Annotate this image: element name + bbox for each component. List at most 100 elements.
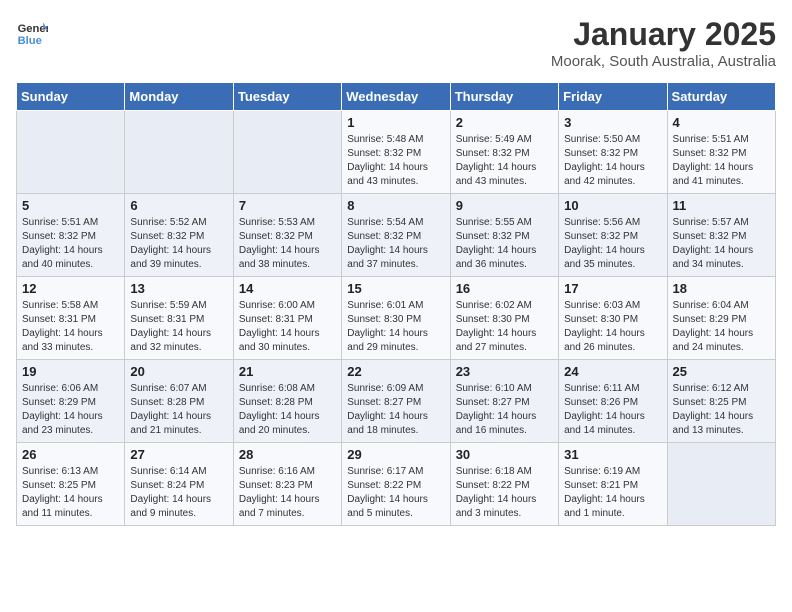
calendar-cell: 18Sunrise: 6:04 AM Sunset: 8:29 PM Dayli… bbox=[667, 277, 775, 360]
calendar-cell: 7Sunrise: 5:53 AM Sunset: 8:32 PM Daylig… bbox=[233, 194, 341, 277]
calendar-cell bbox=[667, 443, 775, 526]
calendar-cell: 1 Sunrise: 5:48 AM Sunset: 8:32 PM Daylig… bbox=[342, 111, 450, 194]
day-info: Sunrise: 5:51 AM Sunset: 8:32 PM Dayligh… bbox=[673, 133, 770, 189]
day-number: 22 bbox=[347, 364, 444, 379]
day-info: Sunrise: 5:56 AM Sunset: 8:32 PM Dayligh… bbox=[564, 216, 661, 272]
day-number: 24 bbox=[564, 364, 661, 379]
day-number: 21 bbox=[239, 364, 336, 379]
day-number: 25 bbox=[673, 364, 770, 379]
column-header-sunday: Sunday bbox=[17, 83, 125, 111]
calendar-cell: 25 Sunrise: 6:12 AM Sunset: 8:25 PM Dayli… bbox=[667, 360, 775, 443]
day-number: 28 bbox=[239, 447, 336, 462]
day-info: Sunrise: 5:51 AM Sunset: 8:32 PM Dayligh… bbox=[22, 216, 119, 272]
day-number: 8 bbox=[347, 198, 444, 213]
calendar-cell: 19 Sunrise: 6:06 AM Sunset: 8:29 PM Dayli… bbox=[17, 360, 125, 443]
calendar-cell: 2 Sunrise: 5:49 AM Sunset: 8:32 PM Daylig… bbox=[450, 111, 558, 194]
day-info: Sunrise: 5:53 AM Sunset: 8:32 PM Dayligh… bbox=[239, 216, 336, 272]
calendar-cell bbox=[233, 111, 341, 194]
calendar-cell: 17Sunrise: 6:03 AM Sunset: 8:30 PM Dayli… bbox=[559, 277, 667, 360]
day-number: 19 bbox=[22, 364, 119, 379]
calendar-cell: 24 Sunrise: 6:11 AM Sunset: 8:26 PM Dayli… bbox=[559, 360, 667, 443]
day-info: Sunrise: 6:04 AM Sunset: 8:29 PM Dayligh… bbox=[673, 299, 770, 355]
day-number: 6 bbox=[130, 198, 227, 213]
day-info: Sunrise: 6:18 AM Sunset: 8:22 PM Dayligh… bbox=[456, 465, 553, 521]
day-number: 5 bbox=[22, 198, 119, 213]
calendar-subtitle: Moorak, South Australia, Australia bbox=[551, 53, 776, 70]
calendar-cell: 8 Sunrise: 5:54 AM Sunset: 8:32 PM Daylig… bbox=[342, 194, 450, 277]
calendar-cell: 4 Sunrise: 5:51 AM Sunset: 8:32 PM Daylig… bbox=[667, 111, 775, 194]
day-info: Sunrise: 6:17 AM Sunset: 8:22 PM Dayligh… bbox=[347, 465, 444, 521]
day-number: 3 bbox=[564, 115, 661, 130]
svg-text:Blue: Blue bbox=[18, 35, 42, 47]
calendar-cell: 28Sunrise: 6:16 AM Sunset: 8:23 PM Dayli… bbox=[233, 443, 341, 526]
column-header-tuesday: Tuesday bbox=[233, 83, 341, 111]
day-info: Sunrise: 6:14 AM Sunset: 8:24 PM Dayligh… bbox=[130, 465, 227, 521]
day-number: 4 bbox=[673, 115, 770, 130]
day-info: Sunrise: 6:00 AM Sunset: 8:31 PM Dayligh… bbox=[239, 299, 336, 355]
column-header-friday: Friday bbox=[559, 83, 667, 111]
calendar-cell: 29Sunrise: 6:17 AM Sunset: 8:22 PM Dayli… bbox=[342, 443, 450, 526]
page-header: General Blue January 2025 Moorak, South … bbox=[16, 16, 776, 70]
day-number: 13 bbox=[130, 281, 227, 296]
day-info: Sunrise: 6:08 AM Sunset: 8:28 PM Dayligh… bbox=[239, 382, 336, 438]
calendar-header: SundayMondayTuesdayWednesdayThursdayFrid… bbox=[17, 83, 776, 111]
week-row-2: 5 Sunrise: 5:51 AM Sunset: 8:32 PM Daylig… bbox=[17, 194, 776, 277]
week-row-1: 1 Sunrise: 5:48 AM Sunset: 8:32 PM Daylig… bbox=[17, 111, 776, 194]
day-info: Sunrise: 5:55 AM Sunset: 8:32 PM Dayligh… bbox=[456, 216, 553, 272]
calendar-cell: 31 Sunrise: 6:19 AM Sunset: 8:21 PM Dayli… bbox=[559, 443, 667, 526]
calendar-body: 1 Sunrise: 5:48 AM Sunset: 8:32 PM Daylig… bbox=[17, 111, 776, 526]
day-number: 27 bbox=[130, 447, 227, 462]
calendar-cell: 6Sunrise: 5:52 AM Sunset: 8:32 PM Daylig… bbox=[125, 194, 233, 277]
calendar-cell bbox=[17, 111, 125, 194]
day-info: Sunrise: 6:01 AM Sunset: 8:30 PM Dayligh… bbox=[347, 299, 444, 355]
day-info: Sunrise: 6:06 AM Sunset: 8:29 PM Dayligh… bbox=[22, 382, 119, 438]
day-info: Sunrise: 5:49 AM Sunset: 8:32 PM Dayligh… bbox=[456, 133, 553, 189]
day-info: Sunrise: 5:54 AM Sunset: 8:32 PM Dayligh… bbox=[347, 216, 444, 272]
week-row-4: 19 Sunrise: 6:06 AM Sunset: 8:29 PM Dayli… bbox=[17, 360, 776, 443]
column-header-thursday: Thursday bbox=[450, 83, 558, 111]
calendar-cell bbox=[125, 111, 233, 194]
calendar-cell: 20 Sunrise: 6:07 AM Sunset: 8:28 PM Dayli… bbox=[125, 360, 233, 443]
day-number: 12 bbox=[22, 281, 119, 296]
day-info: Sunrise: 6:11 AM Sunset: 8:26 PM Dayligh… bbox=[564, 382, 661, 438]
calendar-cell: 10 Sunrise: 5:56 AM Sunset: 8:32 PM Dayli… bbox=[559, 194, 667, 277]
calendar-cell: 11Sunrise: 5:57 AM Sunset: 8:32 PM Dayli… bbox=[667, 194, 775, 277]
day-info: Sunrise: 6:19 AM Sunset: 8:21 PM Dayligh… bbox=[564, 465, 661, 521]
calendar-cell: 16 Sunrise: 6:02 AM Sunset: 8:30 PM Dayli… bbox=[450, 277, 558, 360]
day-info: Sunrise: 6:02 AM Sunset: 8:30 PM Dayligh… bbox=[456, 299, 553, 355]
day-number: 20 bbox=[130, 364, 227, 379]
column-header-monday: Monday bbox=[125, 83, 233, 111]
calendar-cell: 23 Sunrise: 6:10 AM Sunset: 8:27 PM Dayli… bbox=[450, 360, 558, 443]
calendar-cell: 30Sunrise: 6:18 AM Sunset: 8:22 PM Dayli… bbox=[450, 443, 558, 526]
day-info: Sunrise: 6:10 AM Sunset: 8:27 PM Dayligh… bbox=[456, 382, 553, 438]
week-row-5: 26 Sunrise: 6:13 AM Sunset: 8:25 PM Dayli… bbox=[17, 443, 776, 526]
day-info: Sunrise: 6:12 AM Sunset: 8:25 PM Dayligh… bbox=[673, 382, 770, 438]
calendar-cell: 13 Sunrise: 5:59 AM Sunset: 8:31 PM Dayli… bbox=[125, 277, 233, 360]
logo-icon: General Blue bbox=[16, 16, 48, 48]
calendar-title: January 2025 bbox=[551, 16, 776, 53]
calendar-cell: 12Sunrise: 5:58 AM Sunset: 8:31 PM Dayli… bbox=[17, 277, 125, 360]
day-info: Sunrise: 6:03 AM Sunset: 8:30 PM Dayligh… bbox=[564, 299, 661, 355]
day-number: 26 bbox=[22, 447, 119, 462]
day-info: Sunrise: 5:48 AM Sunset: 8:32 PM Dayligh… bbox=[347, 133, 444, 189]
day-info: Sunrise: 6:13 AM Sunset: 8:25 PM Dayligh… bbox=[22, 465, 119, 521]
day-number: 11 bbox=[673, 198, 770, 213]
logo: General Blue bbox=[16, 16, 48, 48]
calendar-table: SundayMondayTuesdayWednesdayThursdayFrid… bbox=[16, 82, 776, 526]
column-header-saturday: Saturday bbox=[667, 83, 775, 111]
day-info: Sunrise: 5:50 AM Sunset: 8:32 PM Dayligh… bbox=[564, 133, 661, 189]
day-number: 16 bbox=[456, 281, 553, 296]
day-number: 15 bbox=[347, 281, 444, 296]
day-number: 31 bbox=[564, 447, 661, 462]
calendar-cell: 14Sunrise: 6:00 AM Sunset: 8:31 PM Dayli… bbox=[233, 277, 341, 360]
day-number: 2 bbox=[456, 115, 553, 130]
day-info: Sunrise: 6:07 AM Sunset: 8:28 PM Dayligh… bbox=[130, 382, 227, 438]
day-info: Sunrise: 5:59 AM Sunset: 8:31 PM Dayligh… bbox=[130, 299, 227, 355]
day-number: 1 bbox=[347, 115, 444, 130]
calendar-cell: 26 Sunrise: 6:13 AM Sunset: 8:25 PM Dayli… bbox=[17, 443, 125, 526]
day-number: 23 bbox=[456, 364, 553, 379]
calendar-cell: 9Sunrise: 5:55 AM Sunset: 8:32 PM Daylig… bbox=[450, 194, 558, 277]
day-number: 10 bbox=[564, 198, 661, 213]
title-block: January 2025 Moorak, South Australia, Au… bbox=[551, 16, 776, 70]
calendar-cell: 21 Sunrise: 6:08 AM Sunset: 8:28 PM Dayli… bbox=[233, 360, 341, 443]
